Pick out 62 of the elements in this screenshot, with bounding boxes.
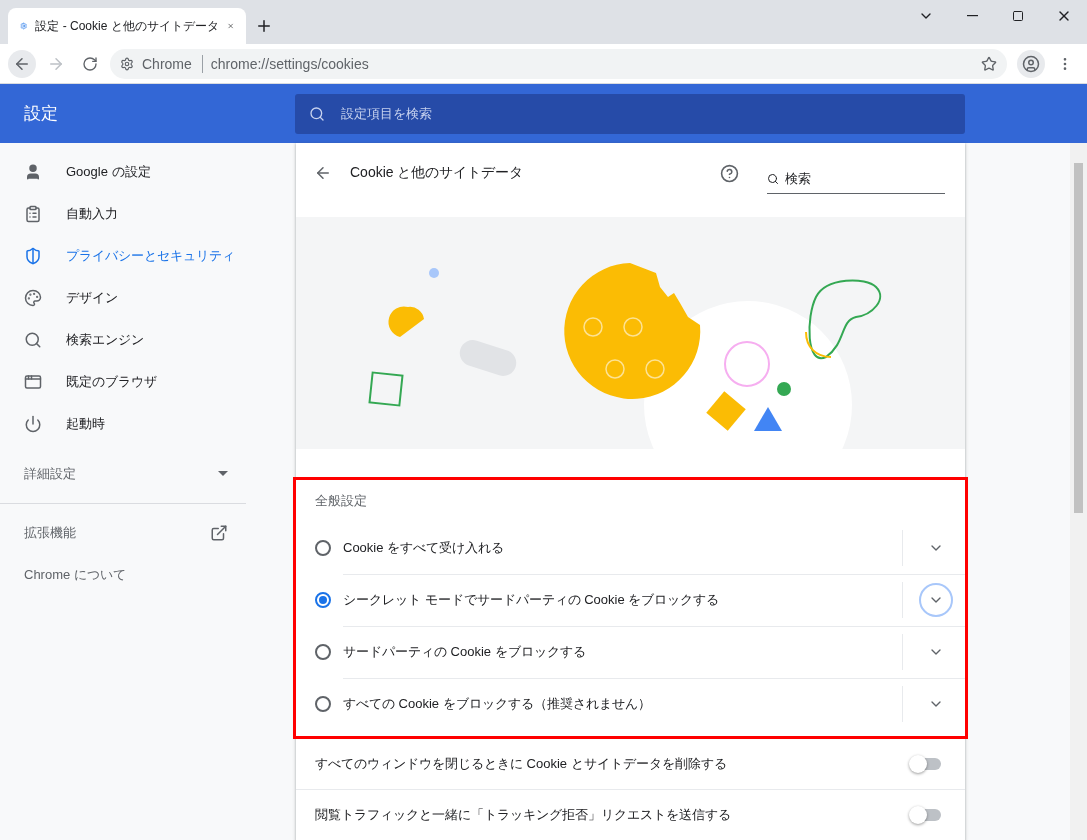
radio-button[interactable] xyxy=(315,643,331,660)
advanced-settings-toggle[interactable]: 詳細設定 xyxy=(0,453,270,495)
power-icon xyxy=(24,415,42,433)
toggle-switch[interactable] xyxy=(911,758,941,771)
address-bar[interactable]: Chrome chrome://settings/cookies xyxy=(110,48,1007,79)
reload-icon xyxy=(82,55,98,72)
radio-button[interactable] xyxy=(315,695,331,712)
sidebar-label: 既定のブラウザ xyxy=(66,373,157,391)
toggle-label: 閲覧トラフィックと一緒に「トラッキング拒否」リクエストを送信する xyxy=(315,806,732,825)
minimize-icon xyxy=(966,15,978,17)
star-icon[interactable] xyxy=(981,55,997,72)
browser-tab[interactable]: 設定 - Cookie と他のサイトデータ xyxy=(8,8,246,44)
dropdown-caret-icon xyxy=(218,471,228,477)
maximize-icon xyxy=(1012,10,1024,22)
sidebar-label: デザイン xyxy=(66,289,118,307)
sidebar-item[interactable]: デザイン xyxy=(0,277,270,319)
option-label: シークレット モードでサードパーティの Cookie をブロックする xyxy=(343,591,721,610)
external-link-icon xyxy=(210,524,228,542)
sidebar-item[interactable]: 起動時 xyxy=(0,403,270,445)
sidebar-label: 自動入力 xyxy=(66,205,118,223)
site-info-icon xyxy=(120,56,134,71)
sidebar-item[interactable]: 既定のブラウザ xyxy=(0,361,270,403)
sidebar-label: プライバシーとセキュリティ xyxy=(66,247,235,265)
toggle-label: すべてのウィンドウを閉じるときに Cookie とサイトデータを削除する xyxy=(315,755,728,774)
scrollbar[interactable] xyxy=(1070,143,1087,840)
radio-button[interactable] xyxy=(315,539,331,556)
sidebar-link[interactable]: 拡張機能 xyxy=(0,512,270,554)
option-label: サードパーティの Cookie をブロックする xyxy=(343,643,587,662)
palette-icon xyxy=(24,289,42,307)
section-heading: 全般設定 xyxy=(314,491,368,510)
page-title: Cookie と他のサイトデータ xyxy=(350,164,525,183)
toggle-switch[interactable] xyxy=(911,809,941,822)
search-icon xyxy=(309,105,325,122)
sidebar-item[interactable]: 自動入力 xyxy=(0,193,270,235)
avatar-icon xyxy=(1022,54,1040,73)
sidebar-link[interactable]: Chrome について xyxy=(0,554,270,596)
sidebar-label: Google の設定 xyxy=(66,163,151,181)
browser-window-icon xyxy=(24,373,42,391)
radio-button[interactable] xyxy=(315,591,331,608)
search-icon xyxy=(24,331,42,349)
profile-button[interactable] xyxy=(1017,49,1045,78)
url-origin: Chrome xyxy=(142,54,203,73)
expand-button[interactable] xyxy=(919,583,953,618)
back-button[interactable] xyxy=(8,49,36,78)
help-icon[interactable] xyxy=(720,163,739,183)
settings-title: 設定 xyxy=(23,103,59,125)
sidebar-item[interactable]: Google の設定 xyxy=(0,151,270,193)
person-icon xyxy=(24,163,42,181)
url-text: chrome://settings/cookies xyxy=(210,55,370,72)
option-label: すべての Cookie をブロックする（推奨されません） xyxy=(343,695,652,714)
gear-icon xyxy=(20,19,28,33)
sidebar-label: 検索エンジン xyxy=(66,331,144,349)
plus-icon xyxy=(255,17,273,35)
search-icon xyxy=(767,173,779,186)
sidebar-item[interactable]: 検索エンジン xyxy=(0,319,270,361)
sidebar-label: 起動時 xyxy=(66,415,105,433)
settings-search-field[interactable]: 設定項目を検索 xyxy=(295,93,965,134)
shield-icon xyxy=(24,247,42,265)
sidebar-item[interactable]: プライバシーとセキュリティ xyxy=(0,235,270,277)
clipboard-icon xyxy=(24,205,42,223)
option-label: Cookie をすべて受け入れる xyxy=(343,538,506,557)
tab-title: 設定 - Cookie と他のサイトデータ xyxy=(35,17,219,35)
